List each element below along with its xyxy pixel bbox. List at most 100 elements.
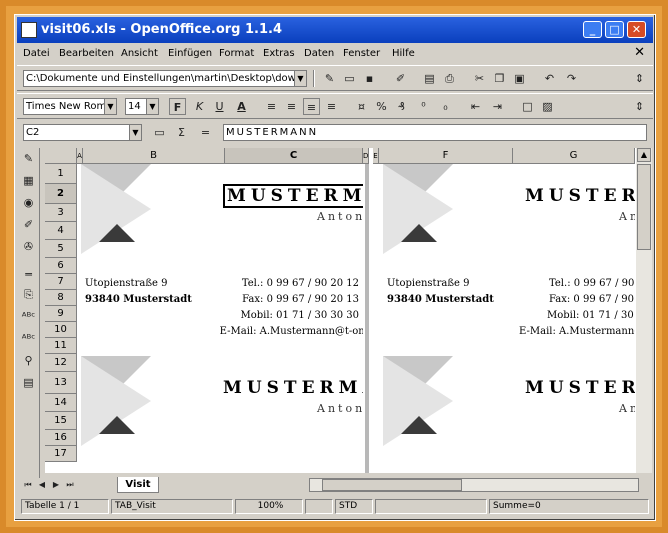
spreadsheet-grid[interactable]: A B C D E F G 1 2 3 4 5 6 7 8 9 10 11 12 13 14 15 16 17 …: [45, 148, 635, 473]
select-all-corner[interactable]: [45, 148, 77, 164]
underline-icon[interactable]: U: [211, 98, 228, 115]
insert-object-icon[interactable]: ◉: [20, 194, 37, 211]
close-button[interactable]: ✕: [627, 21, 646, 38]
function-wizard-icon[interactable]: ▭: [151, 124, 168, 141]
align-right-icon[interactable]: ≡: [303, 98, 320, 115]
last-sheet-icon[interactable]: ⏭: [63, 477, 77, 493]
row-header-10[interactable]: 10: [45, 322, 77, 338]
row-header-11[interactable]: 11: [45, 338, 77, 354]
title-bar[interactable]: visit06.xls - OpenOffice.org 1.1.4 _ □ ✕: [17, 17, 653, 43]
row-header-12[interactable]: 12: [45, 354, 77, 372]
row-header-13[interactable]: 13: [45, 372, 77, 394]
menu-format[interactable]: Format: [219, 48, 254, 59]
undo-icon[interactable]: ↶: [541, 70, 558, 87]
prev-sheet-icon[interactable]: ◀: [35, 477, 49, 493]
menu-einfuegen[interactable]: Einfügen: [168, 48, 212, 59]
font-name-field[interactable]: Times New Roman: [23, 98, 105, 115]
align-center-icon[interactable]: ≡: [283, 98, 300, 115]
borders-icon[interactable]: □: [519, 98, 536, 115]
bold-icon[interactable]: F: [169, 98, 186, 115]
standard-format-icon[interactable]: ₰: [393, 98, 410, 115]
form-controls-icon[interactable]: ✇: [20, 238, 37, 255]
font-size-dropdown[interactable]: ▼: [146, 98, 159, 115]
decrease-indent-icon[interactable]: ⇤: [467, 98, 484, 115]
column-header-b[interactable]: B: [83, 148, 225, 164]
next-sheet-icon[interactable]: ▶: [49, 477, 63, 493]
minimize-button[interactable]: _: [583, 21, 602, 38]
url-field[interactable]: C:\Dokumente und Einstellungen\martin\De…: [23, 70, 295, 87]
font-size-field[interactable]: 14: [125, 98, 147, 115]
menu-daten[interactable]: Daten: [304, 48, 334, 59]
row-header-14[interactable]: 14: [45, 394, 77, 412]
hscroll-thumb[interactable]: [322, 479, 462, 491]
row-header-8[interactable]: 8: [45, 290, 77, 306]
card-name[interactable]: MUSTERMA: [223, 184, 363, 208]
datasource-icon[interactable]: ▤: [20, 374, 37, 391]
scroll-thumb[interactable]: [637, 164, 651, 250]
column-header-d[interactable]: D: [363, 148, 369, 164]
row-header-4[interactable]: 4: [45, 222, 77, 240]
menu-extras[interactable]: Extras: [263, 48, 295, 59]
currency-icon[interactable]: ¤: [353, 98, 370, 115]
row-header-5[interactable]: 5: [45, 240, 77, 258]
export-pdf-icon[interactable]: ▤: [421, 70, 438, 87]
add-decimal-icon[interactable]: ⁰: [415, 98, 432, 115]
paste-icon[interactable]: ▣: [511, 70, 528, 87]
justify-icon[interactable]: ≡: [323, 98, 340, 115]
name-box[interactable]: C2: [23, 124, 133, 141]
status-zoom[interactable]: 100%: [235, 499, 303, 514]
row-header-6[interactable]: 6: [45, 258, 77, 274]
edit-mode-icon[interactable]: ✐: [392, 70, 409, 87]
row-header-3[interactable]: 3: [45, 204, 77, 222]
menu-bearbeiten[interactable]: Bearbeiten: [59, 48, 114, 59]
document-close-icon[interactable]: ✕: [634, 45, 645, 60]
autospellcheck-icon[interactable]: ᴬᴮᶜ: [20, 330, 37, 347]
percent-icon[interactable]: %: [373, 98, 390, 115]
find-icon[interactable]: ⚲: [20, 352, 37, 369]
url-dropdown[interactable]: ▼: [294, 70, 307, 87]
edit-file-icon[interactable]: ✎: [321, 70, 338, 87]
column-header-c[interactable]: C: [225, 148, 363, 164]
scroll-up-icon[interactable]: ▲: [637, 148, 651, 162]
row-header-1[interactable]: 1: [45, 164, 77, 184]
row-header-17[interactable]: 17: [45, 446, 77, 462]
redo-icon[interactable]: ↷: [563, 70, 580, 87]
window-split-divider[interactable]: [365, 164, 369, 473]
toolbar-scroll-icon[interactable]: ⇕: [631, 70, 648, 87]
edit-icon[interactable]: ✎: [20, 150, 37, 167]
maximize-button[interactable]: □: [605, 21, 624, 38]
row-header-15[interactable]: 15: [45, 412, 77, 430]
italic-icon[interactable]: K: [191, 98, 208, 115]
name-box-dropdown[interactable]: ▼: [129, 124, 142, 141]
sheet-tab-visit[interactable]: Visit: [117, 477, 159, 493]
spellcheck-icon[interactable]: ᴬᴮᶜ: [20, 308, 37, 325]
function-icon[interactable]: =: [197, 124, 214, 141]
row-header-16[interactable]: 16: [45, 430, 77, 446]
column-header-g[interactable]: G: [513, 148, 635, 164]
align-left-icon[interactable]: ≡: [263, 98, 280, 115]
horizontal-scrollbar[interactable]: [309, 478, 639, 492]
row-header-2[interactable]: 2: [45, 184, 77, 204]
autoformat-icon[interactable]: ⎘: [20, 286, 37, 303]
sum-icon[interactable]: Σ: [173, 124, 190, 141]
insert-table-icon[interactable]: ▦: [20, 172, 37, 189]
vertical-scrollbar[interactable]: ▲: [635, 148, 652, 473]
delete-decimal-icon[interactable]: ₀: [437, 98, 454, 115]
first-sheet-icon[interactable]: ⏮: [21, 477, 35, 493]
background-color-icon[interactable]: ▨: [539, 98, 556, 115]
format-toolbar-scroll-icon[interactable]: ⇕: [631, 98, 648, 115]
formula-input[interactable]: MUSTERMANN: [223, 124, 647, 141]
row-header-7[interactable]: 7: [45, 274, 77, 290]
cut-icon[interactable]: ✂: [471, 70, 488, 87]
menu-ansicht[interactable]: Ansicht: [121, 48, 158, 59]
status-page-style[interactable]: TAB_Visit: [111, 499, 233, 514]
font-color-icon[interactable]: A: [233, 98, 250, 115]
font-name-dropdown[interactable]: ▼: [104, 98, 117, 115]
menu-datei[interactable]: Datei: [23, 48, 50, 59]
print-icon[interactable]: ⎙: [441, 70, 458, 87]
menu-hilfe[interactable]: Hilfe: [392, 48, 415, 59]
open-folder-icon[interactable]: ▭: [341, 70, 358, 87]
row-header-9[interactable]: 9: [45, 306, 77, 322]
status-selection-mode[interactable]: STD: [335, 499, 373, 514]
save-icon[interactable]: ▪: [361, 70, 378, 87]
